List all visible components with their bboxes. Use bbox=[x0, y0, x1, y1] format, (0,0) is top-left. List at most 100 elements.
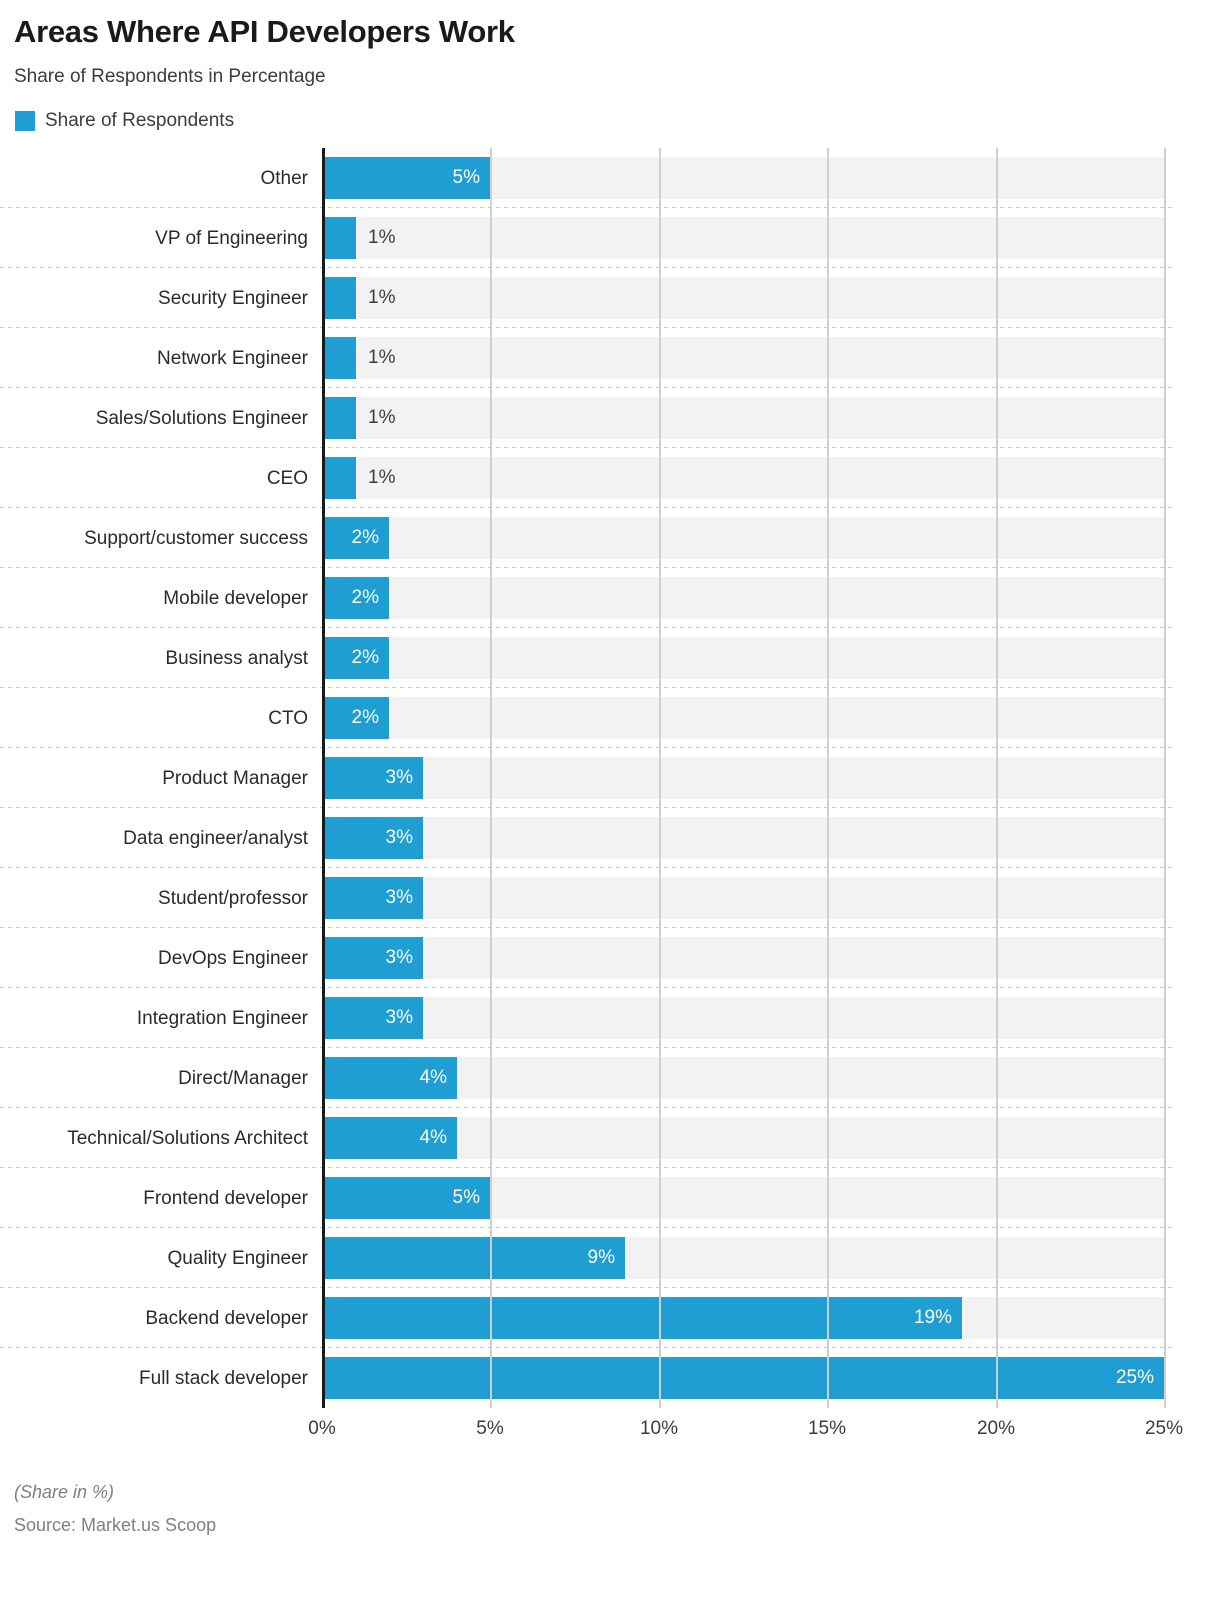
bar-value-label: 2% bbox=[351, 647, 379, 669]
category-label: CEO bbox=[266, 467, 308, 489]
category-label: Network Engineer bbox=[156, 347, 308, 369]
row-band bbox=[322, 997, 1164, 1040]
bar-track: 4% bbox=[322, 1048, 1220, 1108]
bar-row: Product Manager 3% bbox=[0, 748, 1220, 809]
bar-track: 1% bbox=[322, 448, 1220, 508]
bar-row: Other 5% bbox=[0, 148, 1220, 209]
row-band bbox=[322, 337, 1164, 380]
x-axis: 0% 5% 10% 15% 20% 25% bbox=[0, 1410, 1220, 1454]
bar-value-label: 25% bbox=[1115, 1367, 1154, 1389]
bar-value-label: 3% bbox=[385, 947, 413, 969]
bar-row: CEO 1% bbox=[0, 448, 1220, 509]
bar-rows: Other 5% VP of Engineering 1% Security Engin… bbox=[0, 148, 1220, 1408]
category-label: Sales/Solutions Engineer bbox=[95, 407, 308, 429]
category-label: Full stack developer bbox=[139, 1367, 308, 1389]
plot-area: Other 5% VP of Engineering 1% Security Engin… bbox=[0, 148, 1220, 1409]
bar-value-label: 9% bbox=[587, 1247, 615, 1269]
x-tick-label: 15% bbox=[807, 1418, 847, 1440]
bar-value-label: 2% bbox=[351, 527, 379, 549]
row-band bbox=[322, 277, 1164, 320]
category-label: Direct/Manager bbox=[178, 1067, 308, 1089]
bar-track: 3% bbox=[322, 988, 1220, 1048]
bar-track: 3% bbox=[322, 808, 1220, 868]
category-label: Frontend developer bbox=[143, 1187, 308, 1209]
category-label: Data engineer/analyst bbox=[123, 827, 308, 849]
bar-track: 1% bbox=[322, 388, 1220, 448]
row-band bbox=[322, 817, 1164, 860]
row-band bbox=[322, 577, 1164, 620]
bar-row: CTO 2% bbox=[0, 688, 1220, 749]
bar-value-label: 1% bbox=[368, 407, 396, 429]
category-label: Backend developer bbox=[145, 1307, 308, 1329]
bar[interactable] bbox=[322, 397, 356, 440]
category-label: CTO bbox=[268, 707, 308, 729]
bar-row: Data engineer/analyst 3% bbox=[0, 808, 1220, 869]
category-label: VP of Engineering bbox=[155, 227, 308, 249]
row-band bbox=[322, 517, 1164, 560]
bar-track: 19% bbox=[322, 1288, 1220, 1348]
category-label: Student/professor bbox=[158, 887, 308, 909]
bar-track: 4% bbox=[322, 1108, 1220, 1168]
bar-track: 1% bbox=[322, 268, 1220, 328]
bar-value-label: 2% bbox=[351, 707, 379, 729]
category-label: Support/customer success bbox=[84, 527, 308, 549]
bar[interactable] bbox=[322, 457, 356, 500]
row-band bbox=[322, 757, 1164, 800]
y-axis-line bbox=[322, 148, 325, 1409]
bar-track: 3% bbox=[322, 868, 1220, 928]
chart-subtitle: Share of Respondents in Percentage bbox=[14, 65, 326, 87]
bar-row: Business analyst 2% bbox=[0, 628, 1220, 689]
bar-value-label: 3% bbox=[385, 1007, 413, 1029]
bar[interactable] bbox=[322, 277, 356, 320]
x-tick-label: 10% bbox=[639, 1418, 679, 1440]
category-label: Integration Engineer bbox=[136, 1007, 308, 1029]
page-title: Areas Where API Developers Work bbox=[14, 14, 515, 49]
chart-container: Areas Where API Developers Work Share of… bbox=[0, 0, 1220, 1624]
category-label: Business analyst bbox=[165, 647, 308, 669]
bar-row: Direct/Manager 4% bbox=[0, 1048, 1220, 1109]
bar-track: 5% bbox=[322, 148, 1220, 208]
category-label: Security Engineer bbox=[158, 287, 308, 309]
bar-value-label: 5% bbox=[452, 167, 480, 189]
bar-track: 1% bbox=[322, 208, 1220, 268]
bar-track: 2% bbox=[322, 568, 1220, 628]
bar-value-label: 19% bbox=[913, 1307, 952, 1329]
category-label: Quality Engineer bbox=[167, 1247, 308, 1269]
bar-track: 2% bbox=[322, 628, 1220, 688]
bar-track: 3% bbox=[322, 928, 1220, 988]
chart-footer: (Share in %) Source: Market.us Scoop bbox=[0, 1454, 1220, 1536]
gridline bbox=[490, 148, 492, 1409]
bar-row: Frontend developer 5% bbox=[0, 1168, 1220, 1229]
bar-value-label: 3% bbox=[385, 827, 413, 849]
source-label: Source: Market.us Scoop bbox=[14, 1515, 217, 1536]
bar-value-label: 3% bbox=[385, 767, 413, 789]
row-band bbox=[322, 877, 1164, 920]
bar-track: 5% bbox=[322, 1168, 1220, 1228]
bar-row: Support/customer success 2% bbox=[0, 508, 1220, 569]
bar-track: 2% bbox=[322, 688, 1220, 748]
gridline bbox=[996, 148, 998, 1409]
category-label: Mobile developer bbox=[163, 587, 308, 609]
gridline bbox=[659, 148, 661, 1409]
bar-row: DevOps Engineer 3% bbox=[0, 928, 1220, 989]
row-band bbox=[322, 697, 1164, 740]
bar-row: Integration Engineer 3% bbox=[0, 988, 1220, 1049]
category-label: Product Manager bbox=[162, 767, 308, 789]
bar-value-label: 5% bbox=[452, 1187, 480, 1209]
bar-track: 9% bbox=[322, 1228, 1220, 1288]
legend-color-swatch bbox=[15, 111, 35, 132]
bar-row: Quality Engineer 9% bbox=[0, 1228, 1220, 1289]
gridline bbox=[827, 148, 829, 1409]
bar[interactable] bbox=[322, 337, 356, 380]
legend-series-label: Share of Respondents bbox=[45, 110, 235, 132]
x-tick-label: 5% bbox=[476, 1418, 504, 1440]
bar-value-label: 1% bbox=[368, 287, 396, 309]
category-label: Other bbox=[260, 167, 308, 189]
category-label: Technical/Solutions Architect bbox=[67, 1127, 308, 1149]
bar-value-label: 4% bbox=[419, 1127, 447, 1149]
x-tick-label: 20% bbox=[976, 1418, 1016, 1440]
row-band bbox=[322, 637, 1164, 680]
bar-row: Student/professor 3% bbox=[0, 868, 1220, 929]
bar[interactable] bbox=[322, 217, 356, 260]
x-tick-label: 0% bbox=[308, 1418, 336, 1440]
